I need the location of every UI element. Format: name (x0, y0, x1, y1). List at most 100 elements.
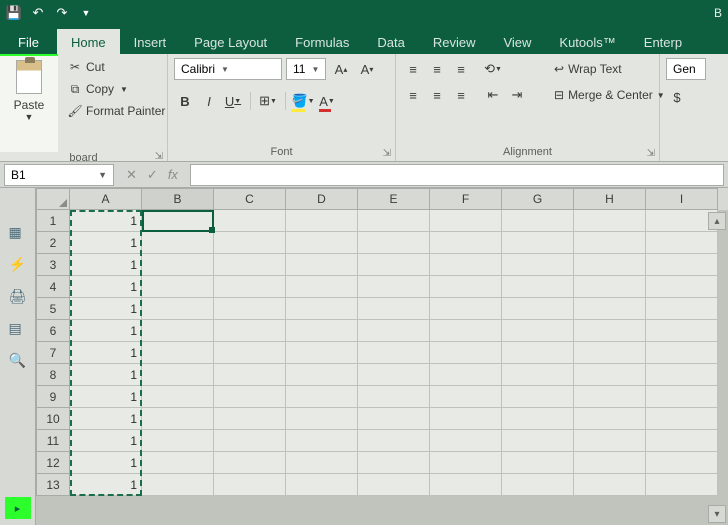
col-header[interactable]: A (70, 188, 142, 210)
align-right-icon[interactable]: ≡ (450, 84, 472, 106)
panel-icon[interactable]: 🔍 (9, 352, 27, 366)
borders-button[interactable]: ⊞▼ (257, 90, 279, 112)
row-header[interactable]: 13 (36, 474, 70, 496)
cell[interactable] (214, 298, 286, 320)
col-header[interactable]: B (142, 188, 214, 210)
decrease-indent-icon[interactable]: ⇤ (482, 84, 504, 106)
cell[interactable] (358, 386, 430, 408)
cell[interactable] (502, 320, 574, 342)
row-header[interactable]: 3 (36, 254, 70, 276)
cell[interactable] (574, 474, 646, 496)
cell[interactable]: 1 (70, 254, 142, 276)
insert-function-button[interactable]: fx (168, 167, 178, 183)
cell[interactable] (430, 320, 502, 342)
panel-icon[interactable]: 🖨 (9, 288, 27, 302)
cell[interactable]: 1 (70, 210, 142, 232)
col-header[interactable]: F (430, 188, 502, 210)
copy-button[interactable]: ⧉Copy▼ (64, 80, 169, 98)
cell[interactable] (646, 254, 718, 276)
paste-button[interactable]: Paste ▼ (0, 56, 58, 152)
cell[interactable] (358, 408, 430, 430)
qat-customize-icon[interactable]: ▼ (78, 5, 94, 21)
tab-file[interactable]: File (0, 29, 57, 54)
col-header[interactable]: C (214, 188, 286, 210)
select-all-corner[interactable] (36, 188, 70, 210)
font-color-button[interactable]: A▼ (316, 90, 338, 112)
cell[interactable] (214, 364, 286, 386)
col-header[interactable]: D (286, 188, 358, 210)
cell[interactable] (214, 254, 286, 276)
align-left-icon[interactable]: ≡ (402, 84, 424, 106)
tab-page-layout[interactable]: Page Layout (180, 29, 281, 54)
cell[interactable] (214, 430, 286, 452)
panel-icon[interactable]: ▦ (9, 224, 27, 238)
cell[interactable] (142, 430, 214, 452)
cell[interactable] (214, 276, 286, 298)
cell[interactable] (142, 386, 214, 408)
cell[interactable] (358, 210, 430, 232)
cell[interactable] (142, 408, 214, 430)
accounting-format-icon[interactable]: $ (666, 86, 688, 108)
cell[interactable]: 1 (70, 364, 142, 386)
cell[interactable] (214, 452, 286, 474)
cancel-formula-icon[interactable]: ✕ (126, 167, 137, 183)
cell[interactable] (430, 276, 502, 298)
cell[interactable] (286, 452, 358, 474)
cell[interactable] (142, 320, 214, 342)
cell[interactable] (358, 254, 430, 276)
cell[interactable] (502, 364, 574, 386)
cell[interactable] (286, 386, 358, 408)
cell[interactable] (142, 298, 214, 320)
cell[interactable] (430, 210, 502, 232)
cell[interactable] (286, 276, 358, 298)
cell[interactable] (286, 342, 358, 364)
cell[interactable] (286, 254, 358, 276)
align-middle-icon[interactable]: ≡ (426, 58, 448, 80)
cell[interactable] (214, 342, 286, 364)
cell[interactable] (574, 386, 646, 408)
cell[interactable] (142, 452, 214, 474)
panel-icon[interactable]: ▤ (9, 320, 27, 334)
cell[interactable] (646, 408, 718, 430)
cell[interactable] (502, 386, 574, 408)
cell[interactable] (574, 210, 646, 232)
cell[interactable] (358, 320, 430, 342)
scroll-down-icon[interactable]: ▾ (708, 505, 726, 523)
row-header[interactable]: 4 (36, 276, 70, 298)
align-center-icon[interactable]: ≡ (426, 84, 448, 106)
tab-data[interactable]: Data (363, 29, 418, 54)
row-header[interactable]: 7 (36, 342, 70, 364)
alignment-dialog-launcher-icon[interactable]: ⇲ (647, 148, 655, 159)
cell[interactable] (358, 298, 430, 320)
cell[interactable] (286, 232, 358, 254)
tab-kutools[interactable]: Kutools™ (545, 29, 629, 54)
cell[interactable] (358, 430, 430, 452)
cell[interactable] (646, 320, 718, 342)
row-header[interactable]: 8 (36, 364, 70, 386)
row-header[interactable]: 6 (36, 320, 70, 342)
increase-font-icon[interactable]: A▴ (330, 58, 352, 80)
wrap-text-button[interactable]: ↩Wrap Text (548, 58, 671, 80)
cell[interactable] (142, 474, 214, 496)
clipboard-dialog-launcher-icon[interactable]: ⇲ (155, 151, 163, 162)
align-bottom-icon[interactable]: ≡ (450, 58, 472, 80)
cell[interactable] (142, 210, 214, 232)
tab-insert[interactable]: Insert (120, 29, 181, 54)
cell[interactable] (358, 364, 430, 386)
align-top-icon[interactable]: ≡ (402, 58, 424, 80)
row-header[interactable]: 1 (36, 210, 70, 232)
cell[interactable] (358, 342, 430, 364)
cell[interactable] (286, 298, 358, 320)
underline-button[interactable]: U▼ (222, 90, 244, 112)
cell[interactable]: 1 (70, 408, 142, 430)
cell[interactable] (214, 386, 286, 408)
cell[interactable] (430, 232, 502, 254)
cell[interactable] (142, 232, 214, 254)
panel-icon[interactable]: ⚡ (9, 256, 27, 270)
cell[interactable] (502, 298, 574, 320)
save-icon[interactable]: 💾 (6, 5, 22, 21)
cell[interactable] (646, 342, 718, 364)
cell[interactable] (142, 276, 214, 298)
panel-expand-icon[interactable]: ▸ (5, 497, 31, 519)
font-size-combo[interactable]: 11▼ (286, 58, 326, 80)
